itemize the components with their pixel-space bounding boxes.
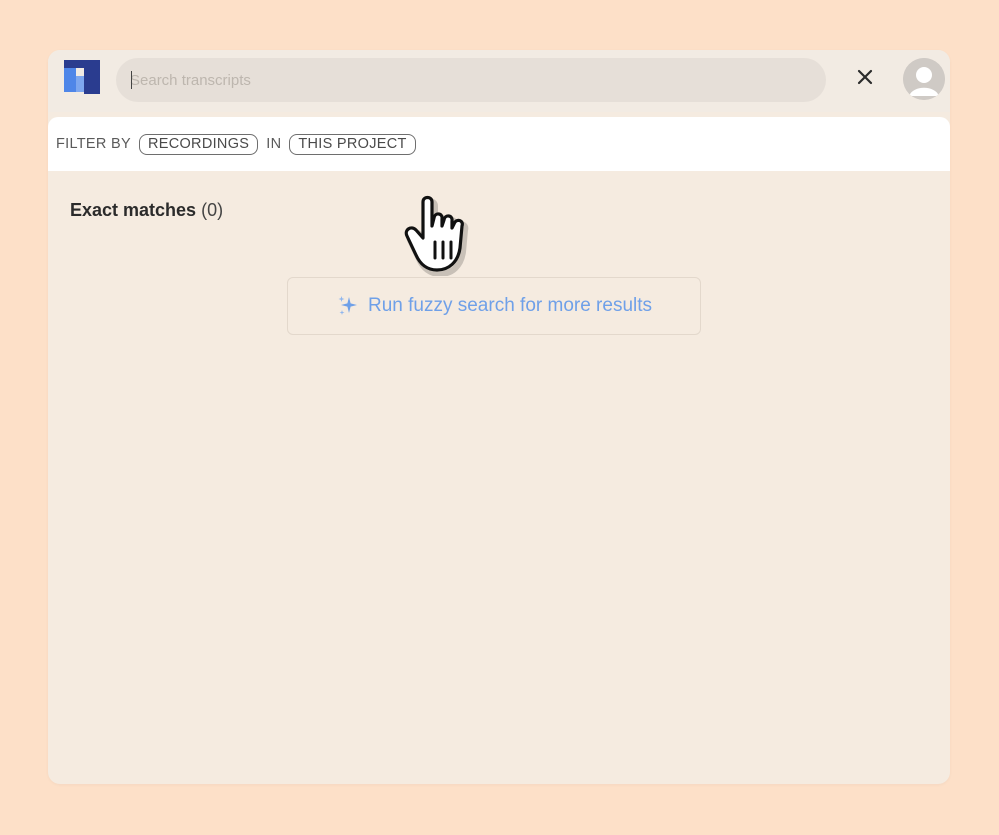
search-input[interactable] bbox=[116, 58, 826, 102]
results-heading: Exact matches (0) bbox=[70, 200, 223, 221]
screen-frame: FILTER BY RECORDINGS IN THIS PROJECT Exa… bbox=[0, 0, 999, 835]
filter-connector-label: IN bbox=[266, 136, 282, 152]
sparkle-icon bbox=[336, 294, 360, 318]
filter-scope-chip[interactable]: THIS PROJECT bbox=[289, 133, 416, 155]
close-button[interactable] bbox=[853, 65, 877, 89]
results-count: (0) bbox=[201, 200, 224, 220]
text-caret bbox=[131, 71, 132, 89]
avatar[interactable] bbox=[903, 58, 945, 100]
avatar-icon bbox=[903, 58, 945, 100]
close-icon bbox=[857, 69, 873, 85]
fuzzy-search-label: Run fuzzy search for more results bbox=[367, 295, 653, 316]
filter-type-chip[interactable]: RECORDINGS bbox=[138, 133, 259, 155]
filter-by-label: FILTER BY bbox=[56, 136, 131, 152]
hand-pointer-icon bbox=[401, 192, 477, 277]
search-window: FILTER BY RECORDINGS IN THIS PROJECT Exa… bbox=[48, 50, 950, 784]
app-logo-icon[interactable] bbox=[62, 58, 102, 98]
fuzzy-search-button[interactable]: Run fuzzy search for more results bbox=[287, 277, 701, 335]
results-title: Exact matches bbox=[70, 200, 197, 220]
top-bar bbox=[48, 50, 950, 112]
filter-bar: FILTER BY RECORDINGS IN THIS PROJECT bbox=[48, 117, 950, 171]
